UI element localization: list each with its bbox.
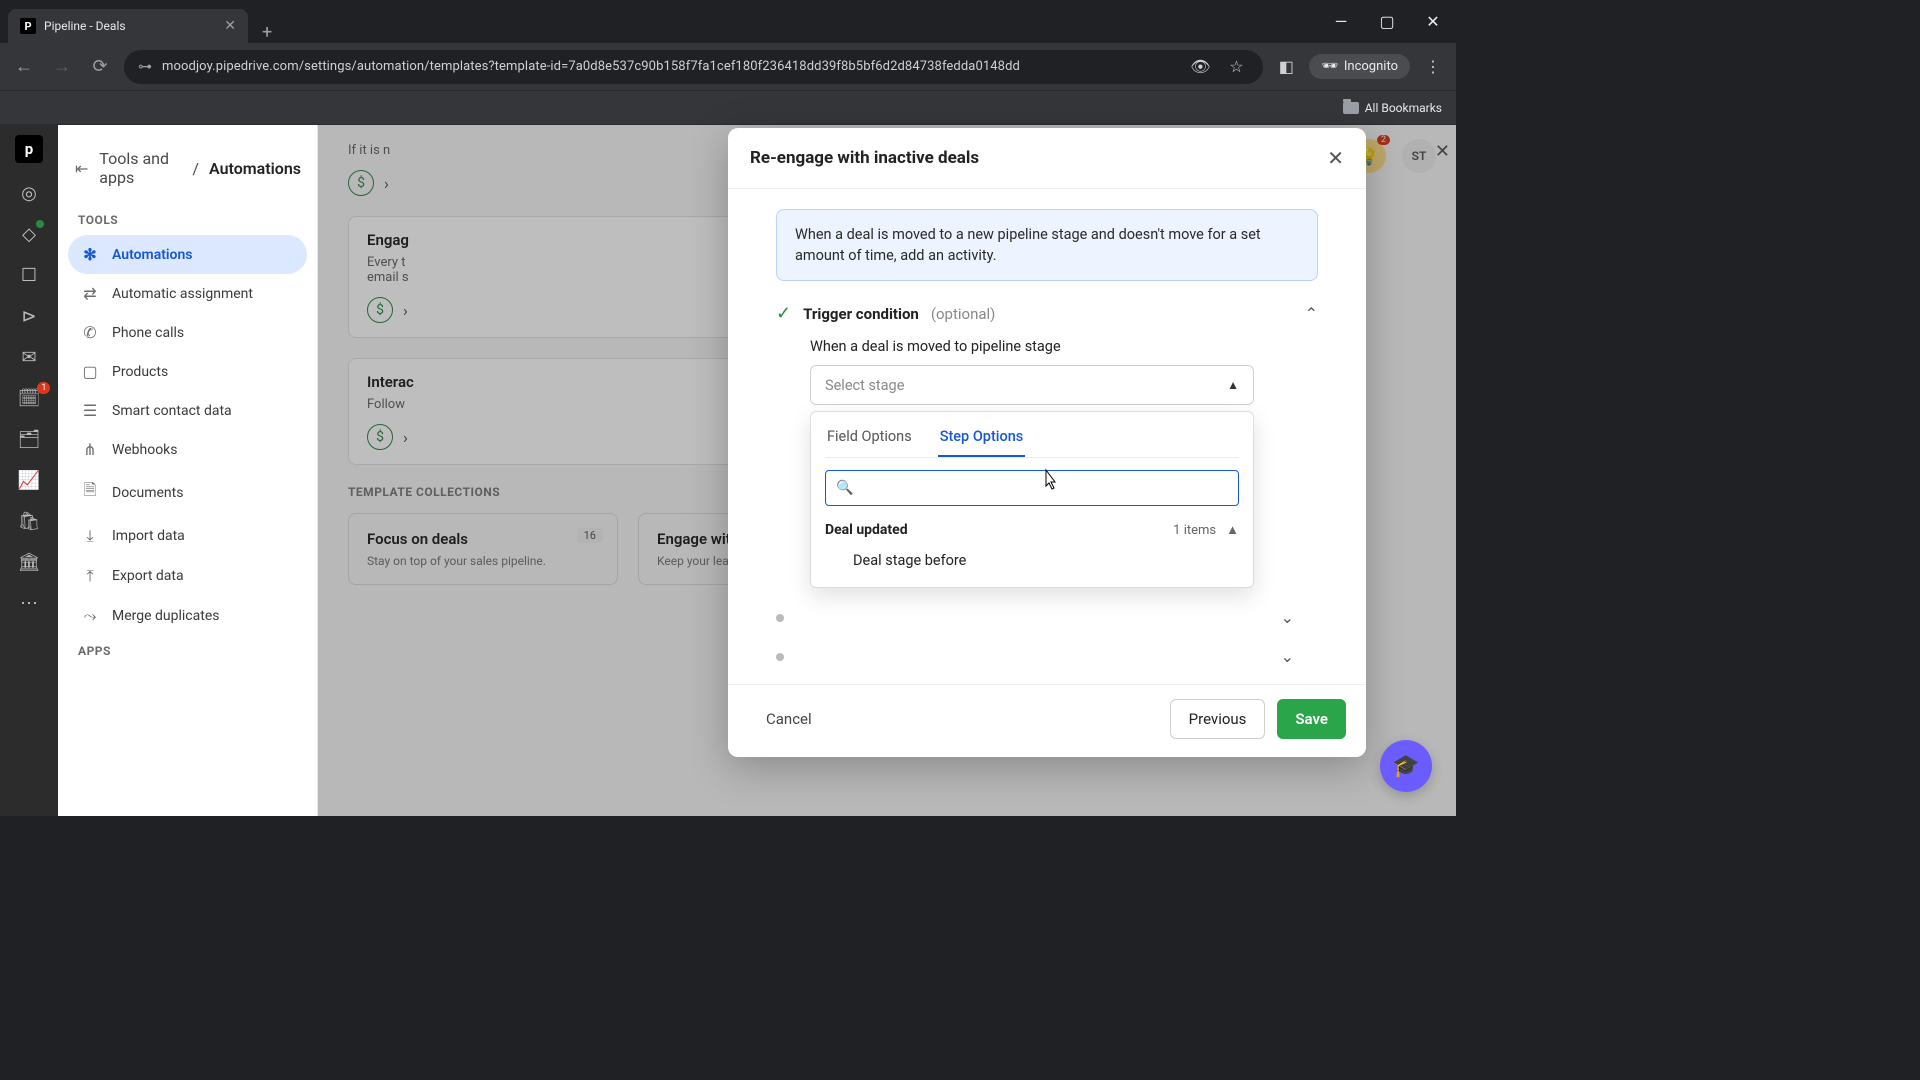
collapsed-section[interactable]: ⌄: [776, 647, 1318, 666]
app-logo-icon[interactable]: p: [15, 135, 43, 163]
side-panel: ⇤ Tools and apps / Automations TOOLS ✻Au…: [58, 125, 318, 816]
rail-products-icon[interactable]: 🛍: [18, 511, 41, 532]
section-label-apps: APPS: [68, 636, 307, 666]
new-tab-button[interactable]: +: [248, 22, 286, 43]
help-fab[interactable]: 🎓: [1380, 740, 1432, 792]
rail-marketplace-icon[interactable]: 🏛: [18, 552, 41, 573]
chevron-up-icon[interactable]: ⌃: [1305, 304, 1318, 323]
option-deal-stage-before[interactable]: Deal stage before: [825, 538, 1239, 577]
folder-icon: [1343, 102, 1359, 114]
url-text: moodjoy.pipedrive.com/settings/automatio…: [162, 59, 1177, 74]
dropdown-search[interactable]: 🔍: [825, 470, 1239, 506]
rail-deals-icon[interactable]: ◇: [22, 224, 36, 245]
save-button[interactable]: Save: [1277, 699, 1346, 739]
section-label-tools: TOOLS: [68, 205, 307, 235]
sidebar-item-phone-calls[interactable]: ✆Phone calls: [68, 313, 307, 352]
stage-dropdown: Field Options Step Options 🔍 Deal update…: [810, 411, 1254, 588]
assignment-icon: ⇄: [80, 284, 100, 303]
close-modal-icon[interactable]: ✕: [1327, 146, 1344, 170]
products-icon: ▢: [80, 362, 100, 381]
import-icon: ⤓: [80, 526, 100, 546]
trigger-title: Trigger condition: [803, 305, 919, 323]
breadcrumb-current: Automations: [209, 159, 301, 178]
bullet-icon: [776, 653, 784, 661]
cancel-button[interactable]: Cancel: [748, 699, 830, 739]
sidebar-item-automatic-assignment[interactable]: ⇄Automatic assignment: [68, 274, 307, 313]
maximize-icon[interactable]: ▢: [1364, 0, 1410, 43]
export-icon: ⤒: [80, 566, 100, 586]
automation-icon: ✻: [80, 245, 100, 264]
info-box: When a deal is moved to a new pipeline s…: [776, 209, 1318, 281]
collapsed-section[interactable]: ⌄: [776, 608, 1318, 627]
trigger-label: When a deal is moved to pipeline stage: [810, 338, 1318, 355]
bookmarks-label: All Bookmarks: [1365, 101, 1442, 115]
previous-button[interactable]: Previous: [1170, 699, 1266, 739]
sidebar-item-products[interactable]: ▢Products: [68, 352, 307, 391]
search-input[interactable]: [861, 480, 1228, 496]
sidebar-item-documents[interactable]: 🗎Documents: [68, 469, 307, 516]
chevron-down-icon: ⌄: [1281, 608, 1294, 627]
favicon-icon: P: [20, 18, 36, 34]
rail-contacts-icon[interactable]: 🗂: [18, 429, 41, 450]
address-bar[interactable]: ⊶ moodjoy.pipedrive.com/settings/automat…: [124, 50, 1263, 84]
bullet-icon: [776, 614, 784, 622]
rail-activities-icon[interactable]: 🗓1: [18, 388, 41, 409]
rail-mail-icon[interactable]: ✉: [21, 347, 36, 368]
sidebar-item-automations[interactable]: ✻Automations: [68, 235, 307, 274]
close-tab-icon[interactable]: ✕: [224, 18, 236, 34]
sidebar-item-export[interactable]: ⤒Export data: [68, 556, 307, 596]
star-icon[interactable]: ☆: [1223, 57, 1249, 76]
documents-icon: 🗎: [80, 479, 100, 506]
all-bookmarks-button[interactable]: All Bookmarks: [1343, 101, 1442, 115]
incognito-badge[interactable]: 🕶 Incognito: [1309, 54, 1410, 79]
sidebar-item-import[interactable]: ⤓Import data: [68, 516, 307, 556]
incognito-icon: 🕶: [1321, 59, 1338, 74]
reload-icon[interactable]: ⟳: [86, 56, 114, 77]
rail-projects-icon[interactable]: ☐: [21, 265, 37, 286]
group-deal-updated[interactable]: Deal updated 1 items▲: [825, 522, 1239, 538]
search-icon: 🔍: [836, 480, 853, 496]
merge-icon: ⤳: [80, 606, 100, 626]
menu-icon[interactable]: ⋮: [1420, 57, 1446, 76]
optional-label: (optional): [931, 305, 996, 323]
side-panel-icon[interactable]: ◧: [1273, 57, 1299, 76]
webhook-icon: ⋔: [80, 440, 100, 459]
left-rail: p ◎ ◇ ☐ ⊳ ✉ 🗓1 🗂 📈 🛍 🏛 ⋯: [0, 125, 58, 816]
sidebar-item-webhooks[interactable]: ⋔Webhooks: [68, 430, 307, 469]
site-info-icon[interactable]: ⊶: [138, 59, 152, 75]
tab-step-options[interactable]: Step Options: [938, 424, 1026, 457]
rail-campaigns-icon[interactable]: ⊳: [21, 306, 36, 327]
rail-more-icon[interactable]: ⋯: [20, 593, 38, 614]
select-stage[interactable]: Select stage ▲: [810, 365, 1254, 405]
sidebar-item-merge[interactable]: ⤳Merge duplicates: [68, 596, 307, 636]
breadcrumb: ⇤ Tools and apps / Automations: [68, 141, 307, 205]
main-area: ✕ ⊞ ? 💡2 ST If it is n $› Engag Every t …: [318, 125, 1456, 816]
close-window-icon[interactable]: ✕: [1410, 0, 1456, 43]
rail-insights-icon[interactable]: 📈: [18, 470, 40, 491]
minimize-icon[interactable]: —: [1318, 0, 1364, 43]
phone-icon: ✆: [80, 323, 100, 342]
breadcrumb-parent[interactable]: Tools and apps: [99, 149, 182, 187]
tab-field-options[interactable]: Field Options: [825, 424, 914, 457]
caret-up-icon: ▲: [1226, 522, 1239, 538]
graduation-cap-icon: 🎓: [1392, 754, 1419, 779]
caret-up-icon: ▲: [1227, 378, 1239, 392]
check-icon: ✓: [776, 303, 791, 324]
automation-modal: Re-engage with inactive deals ✕ When a d…: [728, 128, 1366, 757]
select-placeholder: Select stage: [825, 377, 904, 394]
browser-tab[interactable]: P Pipeline - Deals ✕: [8, 9, 248, 43]
rail-target-icon[interactable]: ◎: [21, 183, 37, 204]
modal-title: Re-engage with inactive deals: [750, 148, 979, 168]
contact-icon: ☰: [80, 401, 100, 420]
eye-off-icon[interactable]: 👁: [1187, 57, 1213, 76]
sidebar-item-smart-contact[interactable]: ☰Smart contact data: [68, 391, 307, 430]
tab-title: Pipeline - Deals: [44, 19, 216, 33]
back-icon[interactable]: ←: [10, 56, 38, 77]
collapse-sidebar-icon[interactable]: ⇤: [74, 159, 89, 178]
incognito-label: Incognito: [1344, 59, 1398, 74]
forward-icon[interactable]: →: [48, 56, 76, 77]
trigger-section-header[interactable]: ✓ Trigger condition (optional) ⌃: [776, 303, 1318, 324]
chevron-down-icon: ⌄: [1281, 647, 1294, 666]
